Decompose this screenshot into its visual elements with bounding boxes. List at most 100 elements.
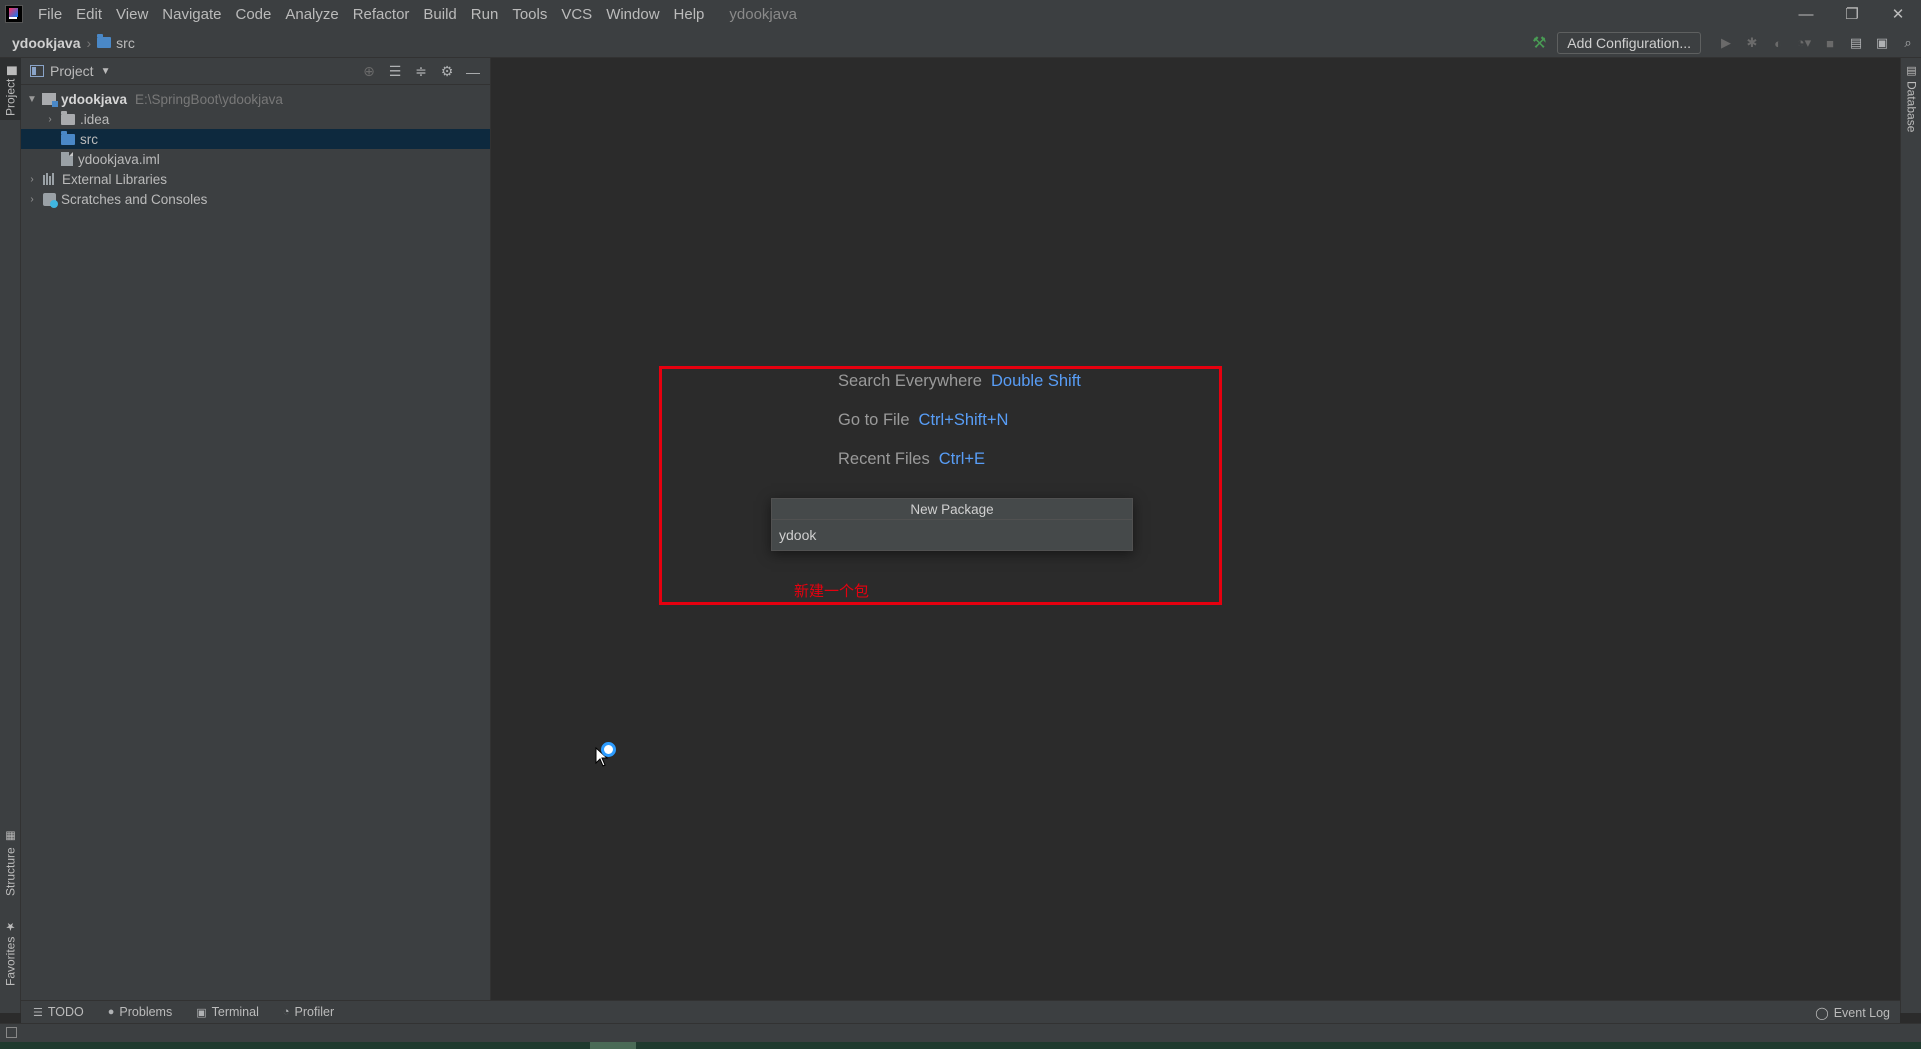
chevron-right-icon[interactable]: › xyxy=(25,194,39,205)
hide-icon[interactable]: — xyxy=(460,60,486,84)
star-icon: ★ xyxy=(5,919,17,933)
chevron-down-icon[interactable]: ▼ xyxy=(101,66,111,77)
package-name-input[interactable] xyxy=(772,520,1132,550)
tree-row-root[interactable]: ▼ ydookjava E:\SpringBoot\ydookjava xyxy=(21,89,490,109)
menu-help[interactable]: Help xyxy=(667,6,712,23)
problems-tab[interactable]: ● Problems xyxy=(96,1005,184,1019)
intellij-logo-icon xyxy=(5,5,23,23)
expand-all-icon[interactable]: ☰ xyxy=(382,60,408,84)
hint-recent-files: Recent Files Ctrl+E xyxy=(838,450,985,469)
menu-tools[interactable]: Tools xyxy=(505,6,554,23)
close-button[interactable]: ✕ xyxy=(1875,0,1921,28)
menu-code[interactable]: Code xyxy=(228,6,278,23)
tree-row-src[interactable]: src xyxy=(21,129,490,149)
database-tool-tab[interactable]: ▤ Database xyxy=(1901,64,1921,132)
tree-row-scratches[interactable]: › Scratches and Consoles xyxy=(21,189,490,209)
chevron-right-icon[interactable]: › xyxy=(25,174,39,185)
profiler-tab-label: Profiler xyxy=(294,1005,335,1019)
breadcrumb-project[interactable]: ydookjava xyxy=(12,35,80,51)
menu-edit[interactable]: Edit xyxy=(69,6,109,23)
folder-icon xyxy=(97,34,112,48)
favorites-tool-tab-label: Favorites xyxy=(3,936,18,986)
toggle-window-icon[interactable]: ▣ xyxy=(1869,32,1895,54)
collapse-all-icon[interactable]: ≑ xyxy=(408,60,434,84)
chevron-down-icon[interactable]: ▼ xyxy=(25,94,39,105)
toggle-tool-windows-icon[interactable] xyxy=(6,1027,17,1038)
folder-icon: ▆ xyxy=(5,66,17,75)
locate-icon[interactable]: ⊕ xyxy=(356,60,382,84)
tree-root-label: ydookjava xyxy=(61,91,128,107)
tree-row-idea[interactable]: › .idea xyxy=(21,109,490,129)
menu-vcs[interactable]: VCS xyxy=(554,6,599,23)
profile-icon[interactable]: ◔▾ xyxy=(1791,32,1817,54)
tree-idea-label: .idea xyxy=(80,111,110,127)
tree-libraries-label: External Libraries xyxy=(62,171,168,187)
menu-navigate[interactable]: Navigate xyxy=(155,6,228,23)
restore-button[interactable]: ❐ xyxy=(1829,0,1875,28)
navigation-bar: ydookjava › src ⚒ Add Configuration... ▶… xyxy=(0,28,1921,58)
tree-row-iml[interactable]: ydookjava.iml xyxy=(21,149,490,169)
gear-icon[interactable]: ⚙ xyxy=(434,60,460,84)
project-tool-tab[interactable]: Project ▆ xyxy=(0,58,21,120)
window-controls: — ❐ ✕ xyxy=(1783,0,1921,28)
project-structure-icon[interactable]: ▤ xyxy=(1843,32,1869,54)
debug-icon[interactable]: ✱ xyxy=(1739,32,1765,54)
profiler-tab[interactable]: ◔ Profiler xyxy=(271,1005,346,1019)
database-icon: ▤ xyxy=(1905,64,1917,77)
hint-shortcut: Double Shift xyxy=(990,372,1081,390)
stop-icon[interactable]: ■ xyxy=(1817,32,1843,54)
chevron-right-icon[interactable]: › xyxy=(43,114,57,125)
project-view-icon xyxy=(30,65,44,77)
new-package-popup: New Package xyxy=(771,498,1133,551)
tree-root-path: E:\SpringBoot\ydookjava xyxy=(135,91,283,107)
tree-row-libraries[interactable]: › External Libraries xyxy=(21,169,490,189)
project-tool-tab-label: Project xyxy=(3,78,18,116)
bottom-tool-bar: ☰ TODO ● Problems ▣ Terminal ◔ Profiler … xyxy=(21,1000,1900,1023)
structure-tool-tab[interactable]: Structure ▦ xyxy=(0,828,21,900)
build-hammer-icon[interactable]: ⚒ xyxy=(1529,33,1549,53)
right-tool-stripe: ▤ Database xyxy=(1900,58,1921,1013)
os-taskbar xyxy=(0,1042,1921,1049)
library-icon xyxy=(43,173,57,185)
menu-analyze[interactable]: Analyze xyxy=(278,6,345,23)
run-icon[interactable]: ▶ xyxy=(1713,32,1739,54)
annotation-text: 新建一个包 xyxy=(794,583,870,600)
menu-refactor[interactable]: Refactor xyxy=(346,6,417,23)
scratches-icon xyxy=(43,192,58,208)
iml-file-icon xyxy=(61,152,73,166)
tree-src-label: src xyxy=(80,131,98,147)
minimize-button[interactable]: — xyxy=(1783,0,1829,28)
search-icon[interactable]: ⌕ xyxy=(1895,32,1921,54)
breadcrumb-src[interactable]: src xyxy=(97,34,135,51)
menu-window[interactable]: Window xyxy=(599,6,666,23)
project-tree: ▼ ydookjava E:\SpringBoot\ydookjava › .i… xyxy=(21,85,490,209)
project-view-selector[interactable]: Project xyxy=(50,63,94,79)
menu-file[interactable]: File xyxy=(31,6,69,23)
hint-go-to-file: Go to File Ctrl+Shift+N xyxy=(838,411,1008,430)
add-configuration-button[interactable]: Add Configuration... xyxy=(1557,32,1701,54)
breadcrumb-separator-icon: › xyxy=(86,34,92,51)
menu-run[interactable]: Run xyxy=(464,6,506,23)
menu-build[interactable]: Build xyxy=(416,6,463,23)
left-tool-stripe: Project ▆ Structure ▦ Favorites ★ xyxy=(0,58,21,1013)
menu-view[interactable]: View xyxy=(109,6,155,23)
info-icon: ● xyxy=(107,1006,115,1018)
hint-shortcut: Ctrl+Shift+N xyxy=(918,411,1009,429)
coverage-icon[interactable]: ◐ xyxy=(1765,32,1791,54)
source-folder-icon xyxy=(61,130,75,145)
structure-tool-tab-label: Structure xyxy=(3,847,18,896)
problems-tab-label: Problems xyxy=(119,1005,173,1019)
module-folder-icon xyxy=(42,93,58,107)
editor-area[interactable] xyxy=(492,58,1900,1013)
todo-tab[interactable]: ☰ TODO xyxy=(21,1005,96,1019)
event-log-label: Event Log xyxy=(1833,1005,1890,1020)
terminal-tab[interactable]: ▣ Terminal xyxy=(184,1005,271,1019)
hint-shortcut: Ctrl+E xyxy=(938,450,986,468)
taskbar-active-app[interactable] xyxy=(590,1042,636,1049)
structure-icon: ▦ xyxy=(5,830,17,844)
event-log-tab[interactable]: ◯ Event Log xyxy=(1815,1001,1890,1024)
database-tool-tab-label: Database xyxy=(1904,81,1919,133)
run-toolbar: ⚒ Add Configuration... ▶ ✱ ◐ ◔▾ ■ ▤ ▣ ⌕ xyxy=(1529,28,1921,58)
tree-iml-label: ydookjava.iml xyxy=(78,151,160,167)
favorites-tool-tab[interactable]: Favorites ★ xyxy=(0,918,21,990)
